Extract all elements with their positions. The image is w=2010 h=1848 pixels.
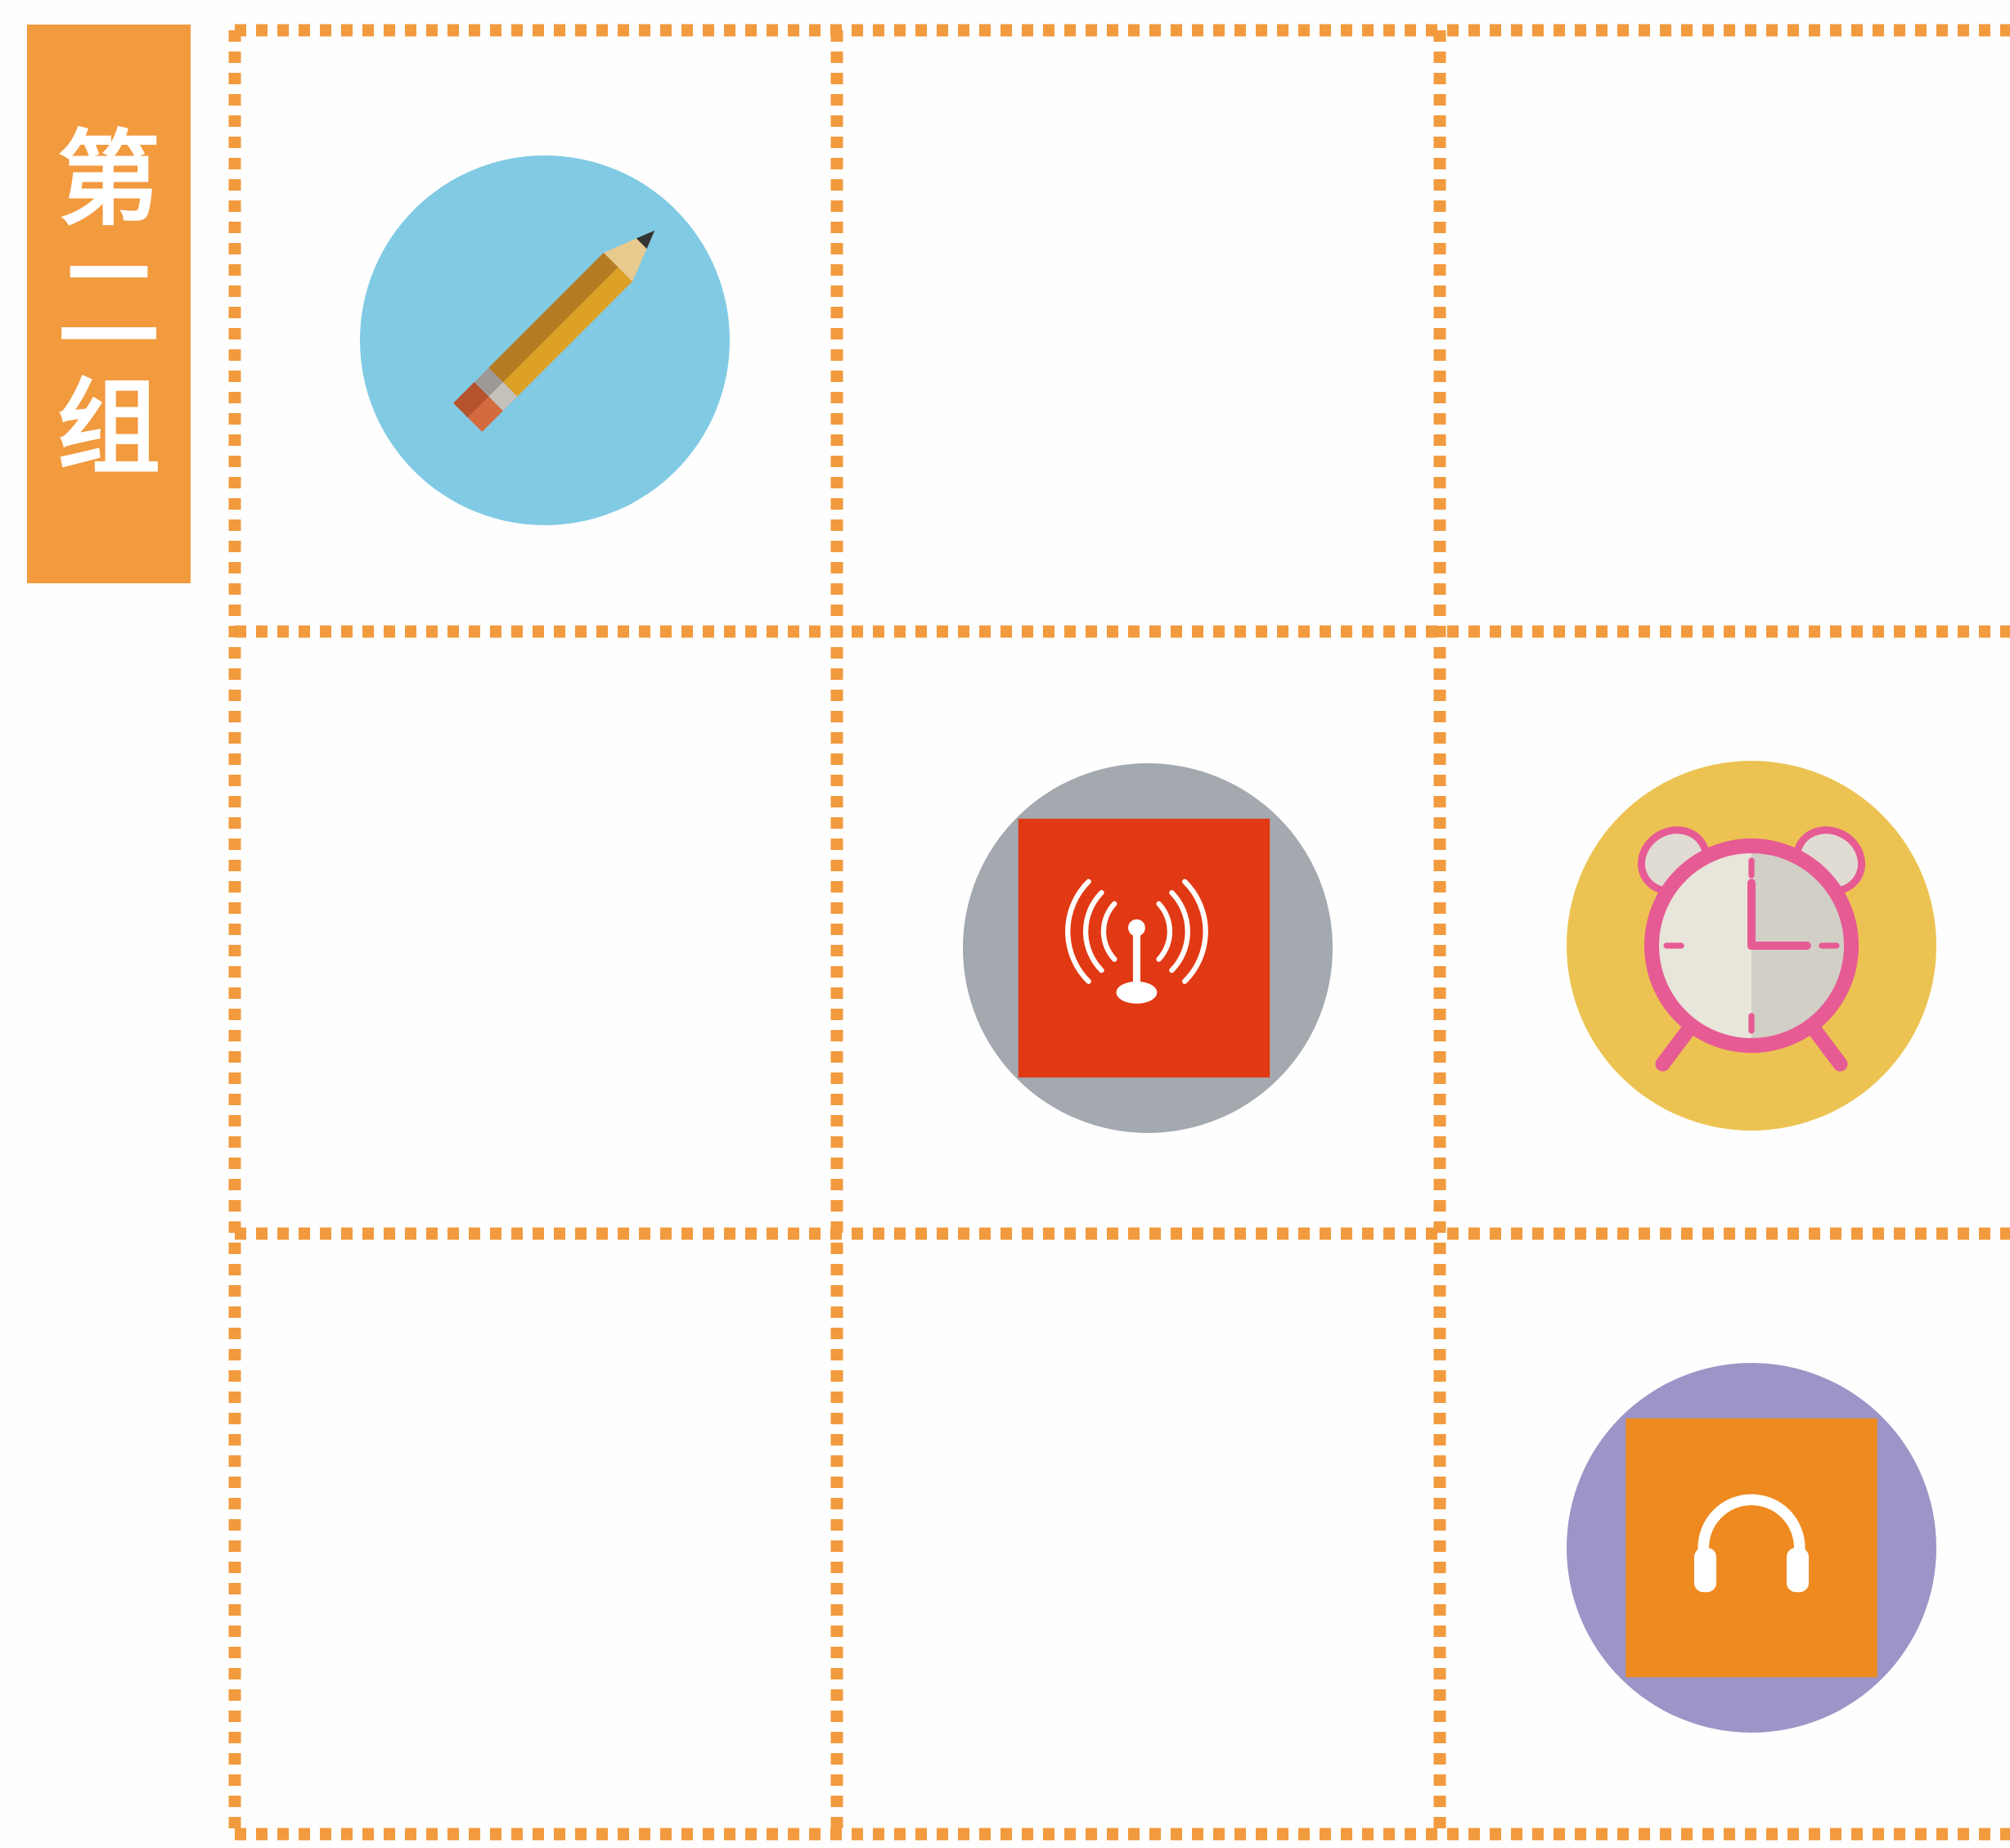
antenna-icon [961, 763, 1334, 1133]
icon-tile [1626, 1418, 1877, 1678]
icon-tile [1018, 818, 1270, 1078]
headset-icon [1565, 1363, 1938, 1733]
clock-icon [1565, 761, 1938, 1131]
pencil-icon [358, 155, 731, 525]
